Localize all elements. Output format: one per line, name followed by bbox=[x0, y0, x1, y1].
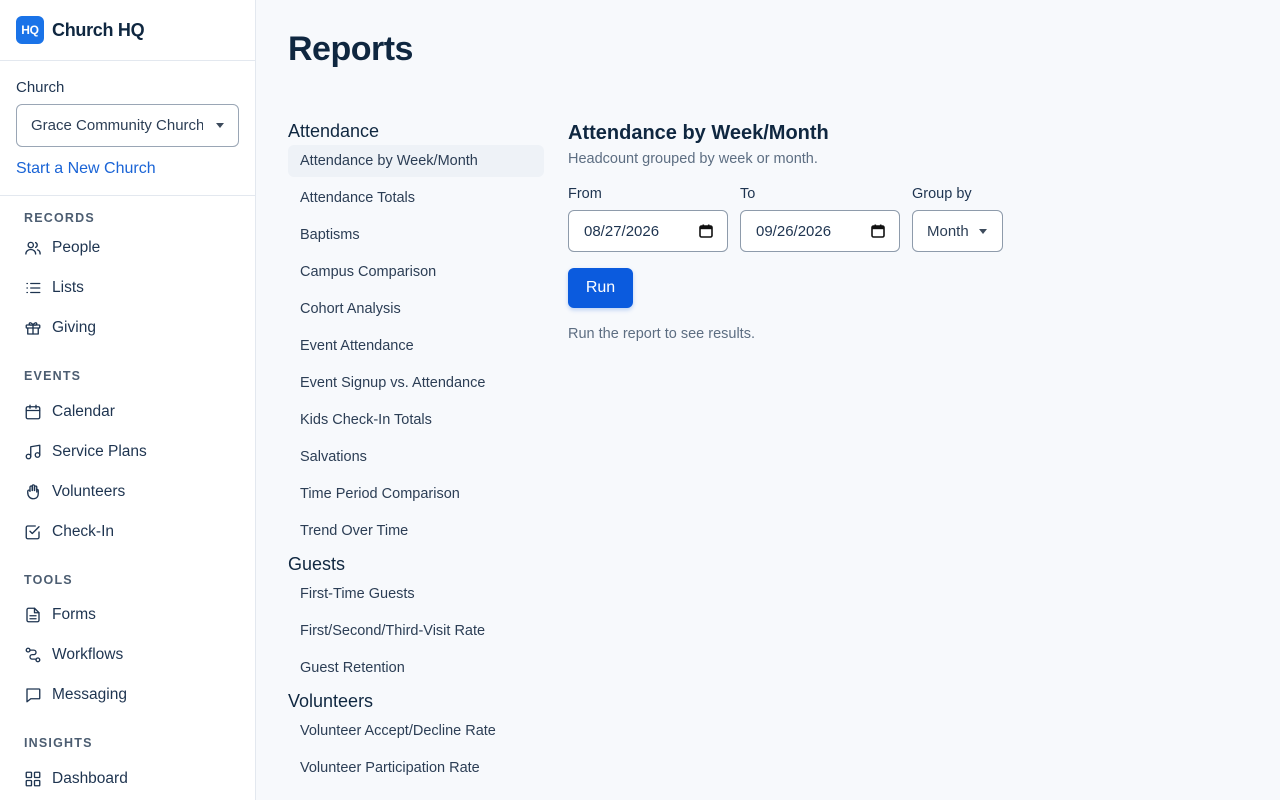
to-field: To 09/26/2026 bbox=[740, 186, 900, 252]
to-label: To bbox=[740, 186, 756, 202]
document-icon bbox=[26, 607, 40, 623]
nav-section-events: EVENTS Calendar Service Plans Volunteers… bbox=[0, 348, 255, 552]
group-by-select[interactable]: Month bbox=[912, 210, 1003, 252]
report-filters: From 08/27/2026 To 09/26/2026 Group by M… bbox=[568, 186, 1248, 252]
brand-logo: HQ bbox=[16, 16, 44, 44]
workflow-icon bbox=[25, 647, 41, 663]
gift-icon bbox=[25, 322, 41, 335]
sidebar-item-messaging[interactable]: Messaging bbox=[24, 675, 255, 715]
report-item-baptisms[interactable]: Baptisms bbox=[288, 219, 544, 256]
church-select[interactable]: Grace Community Church bbox=[16, 104, 239, 147]
report-group-title: Guests bbox=[288, 554, 346, 574]
nav-section-tools: TOOLS Forms Workflows Messaging bbox=[0, 552, 255, 715]
sidebar-item-label: Lists bbox=[52, 279, 84, 296]
chat-icon bbox=[26, 688, 41, 703]
nav-heading-insights: INSIGHTS bbox=[24, 736, 93, 750]
report-item-volunteer-accept-decline-rate[interactable]: Volunteer Accept/Decline Rate bbox=[288, 715, 544, 752]
report-item-time-period-comparison[interactable]: Time Period Comparison bbox=[288, 478, 544, 515]
report-item-kids-check-in-totals[interactable]: Kids Check-In Totals bbox=[288, 404, 544, 441]
report-list: Attendance Attendance by Week/Month Atte… bbox=[288, 118, 544, 789]
report-item-visit-rate[interactable]: First/Second/Third-Visit Rate bbox=[288, 615, 544, 652]
page-title: Reports bbox=[288, 30, 413, 68]
nav-heading-records: RECORDS bbox=[24, 211, 95, 225]
report-item-salvations[interactable]: Salvations bbox=[288, 441, 544, 478]
report-item-event-signup-vs-attendance[interactable]: Event Signup vs. Attendance bbox=[288, 367, 544, 404]
report-item-volunteer-participation-rate[interactable]: Volunteer Participation Rate bbox=[288, 752, 544, 789]
sidebar-item-volunteers[interactable]: Volunteers bbox=[24, 472, 255, 512]
results-placeholder: Run the report to see results. bbox=[568, 326, 755, 342]
church-select-value: Grace Community Church bbox=[31, 117, 203, 134]
sidebar-item-people[interactable]: People bbox=[24, 228, 255, 268]
sidebar-item-label: People bbox=[52, 239, 101, 256]
brand[interactable]: HQ Church HQ bbox=[0, 0, 255, 61]
from-date-value: 08/27/2026 bbox=[584, 222, 660, 240]
to-date-value: 09/26/2026 bbox=[756, 222, 832, 240]
report-item-guest-retention[interactable]: Guest Retention bbox=[288, 652, 544, 688]
group-by-value: Month bbox=[927, 222, 969, 240]
people-icon bbox=[25, 241, 41, 255]
report-item-attendance-totals[interactable]: Attendance Totals bbox=[288, 182, 544, 219]
from-date-input[interactable]: 08/27/2026 bbox=[568, 210, 728, 252]
report-item-trend-over-time[interactable]: Trend Over Time bbox=[288, 515, 544, 551]
run-button[interactable]: Run bbox=[568, 268, 633, 308]
sidebar-item-service-plans[interactable]: Service Plans bbox=[24, 432, 255, 472]
sidebar-item-label: Dashboard bbox=[52, 770, 128, 787]
sidebar-item-workflows[interactable]: Workflows bbox=[24, 635, 255, 675]
sidebar-item-giving[interactable]: Giving bbox=[24, 308, 255, 348]
report-item-campus-comparison[interactable]: Campus Comparison bbox=[288, 256, 544, 293]
main-content: Reports Attendance Attendance by Week/Mo… bbox=[256, 0, 1280, 800]
report-title: Attendance by Week/Month bbox=[568, 122, 829, 144]
nav-heading-events: EVENTS bbox=[24, 369, 82, 383]
brand-name: Church HQ bbox=[52, 19, 145, 40]
report-group-title: Attendance bbox=[288, 121, 380, 141]
sidebar-item-label: Check-In bbox=[52, 523, 115, 540]
sidebar-item-label: Volunteers bbox=[52, 483, 126, 500]
report-group-title: Volunteers bbox=[288, 691, 374, 711]
group-by-field: Group by Month bbox=[912, 186, 1003, 252]
sidebar: HQ Church HQ Church Grace Community Chur… bbox=[0, 0, 256, 800]
calendar-icon[interactable] bbox=[871, 224, 885, 238]
nav-heading-tools: TOOLS bbox=[24, 573, 73, 587]
sidebar-item-label: Giving bbox=[52, 319, 96, 336]
list-icon bbox=[26, 282, 41, 294]
chevron-down-icon bbox=[216, 123, 224, 128]
report-panel: Attendance by Week/Month Headcount group… bbox=[568, 120, 1248, 342]
start-new-church-link[interactable]: Start a New Church bbox=[16, 160, 239, 178]
sidebar-item-label: Calendar bbox=[52, 403, 115, 420]
calendar-icon bbox=[25, 404, 41, 420]
church-label: Church bbox=[16, 79, 65, 96]
report-item-attendance-by-week-month[interactable]: Attendance by Week/Month bbox=[288, 145, 544, 177]
sidebar-item-label: Workflows bbox=[52, 646, 124, 663]
sidebar-item-label: Forms bbox=[52, 606, 96, 623]
church-switcher: Church Grace Community Church Start a Ne… bbox=[0, 61, 255, 196]
music-note-icon bbox=[25, 444, 41, 460]
calendar-icon[interactable] bbox=[699, 224, 713, 238]
report-item-cohort-analysis[interactable]: Cohort Analysis bbox=[288, 293, 544, 330]
sidebar-item-label: Messaging bbox=[52, 686, 127, 703]
nav-section-insights: INSIGHTS Dashboard bbox=[0, 715, 255, 799]
dashboard-icon bbox=[25, 771, 41, 787]
sidebar-item-calendar[interactable]: Calendar bbox=[24, 392, 255, 432]
report-item-event-attendance[interactable]: Event Attendance bbox=[288, 330, 544, 367]
from-field: From 08/27/2026 bbox=[568, 186, 728, 252]
report-description: Headcount grouped by week or month. bbox=[568, 151, 818, 167]
nav-section-records: RECORDS People Lists Giving bbox=[0, 196, 255, 348]
sidebar-item-check-in[interactable]: Check-In bbox=[24, 512, 255, 552]
checkbox-icon bbox=[25, 525, 40, 540]
hand-icon bbox=[27, 484, 39, 500]
sidebar-item-dashboard[interactable]: Dashboard bbox=[24, 759, 255, 799]
from-label: From bbox=[568, 186, 602, 202]
sidebar-item-forms[interactable]: Forms bbox=[24, 595, 255, 635]
sidebar-item-label: Service Plans bbox=[52, 443, 147, 460]
group-by-label: Group by bbox=[912, 186, 972, 202]
to-date-input[interactable]: 09/26/2026 bbox=[740, 210, 900, 252]
sidebar-item-lists[interactable]: Lists bbox=[24, 268, 255, 308]
chevron-down-icon bbox=[979, 229, 987, 234]
report-item-first-time-guests[interactable]: First-Time Guests bbox=[288, 578, 544, 615]
